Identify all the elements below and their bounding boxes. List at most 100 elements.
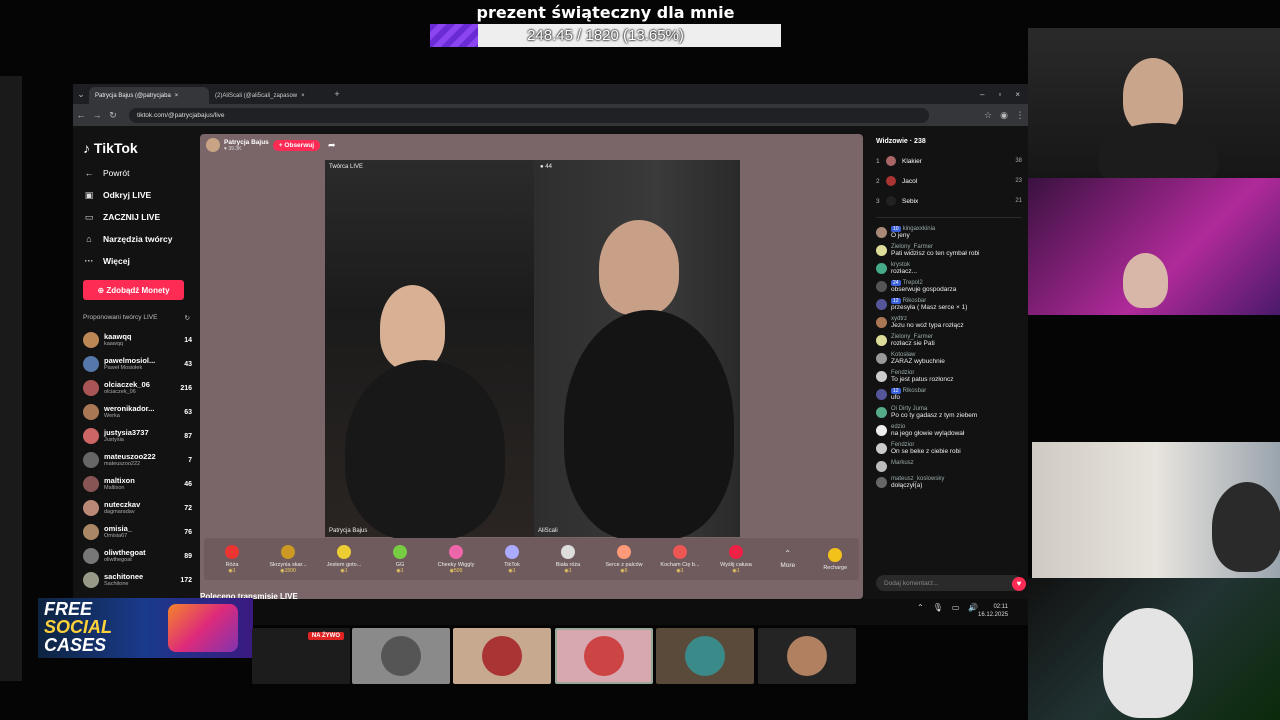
avatar bbox=[886, 196, 896, 206]
avatar[interactable] bbox=[206, 138, 220, 152]
gift-item[interactable]: Kocham Cię b... ◉1 bbox=[652, 544, 708, 574]
more-gifts-button[interactable]: ⌃ More bbox=[764, 549, 812, 569]
thumbnail-selected[interactable] bbox=[555, 628, 653, 684]
tab-patrycja[interactable]: Patrycja Bajus (@patrycjaba × bbox=[89, 87, 209, 104]
reload-icon[interactable]: ↻ bbox=[105, 110, 121, 121]
get-coins-button[interactable]: ⊕ Zdobądź Monety bbox=[83, 280, 184, 300]
avatar[interactable] bbox=[876, 335, 887, 346]
menu-icon[interactable]: ⋮ bbox=[1012, 110, 1028, 121]
avatar[interactable] bbox=[876, 389, 887, 400]
comment-input[interactable]: Dodaj komentarz...☺ bbox=[876, 575, 1022, 591]
avatar[interactable] bbox=[876, 407, 887, 418]
video-left: Twórca LIVE Patrycja Bajus bbox=[325, 160, 534, 540]
thumbnail-food[interactable] bbox=[453, 628, 551, 684]
creator-item[interactable]: oliwthegoat oliwthegoat 89 bbox=[83, 544, 198, 568]
tab-list-icon[interactable]: ⌄ bbox=[73, 89, 89, 100]
gift-item[interactable]: Wyślij całusa ◉1 bbox=[708, 544, 764, 574]
thumbnail-pixel-avatar[interactable] bbox=[656, 628, 754, 684]
chat-username[interactable]: Rikosbar bbox=[903, 388, 927, 394]
avatar[interactable] bbox=[876, 443, 887, 454]
creator-item[interactable]: justysia3737 Justysia 87 bbox=[83, 424, 198, 448]
follow-button[interactable]: + Obserwuj bbox=[272, 139, 321, 151]
gift-price: ◉1500 bbox=[280, 567, 296, 574]
volume-icon[interactable]: 🔊 bbox=[968, 603, 978, 612]
top-viewer[interactable]: 3 Sebix 21 bbox=[876, 191, 1022, 211]
gift-item[interactable]: Róża ◉1 bbox=[204, 544, 260, 574]
maximize-icon[interactable]: ▫ bbox=[998, 90, 1001, 99]
back-link[interactable]: ← Powrót bbox=[83, 162, 198, 184]
viewer-count: 216 bbox=[180, 384, 192, 392]
tiktok-logo[interactable]: ♪ TikTok bbox=[83, 140, 198, 156]
chevron-up-icon[interactable]: ⌃ bbox=[917, 603, 924, 612]
creator-item[interactable]: maltixon Maltixon 46 bbox=[83, 472, 198, 496]
avatar[interactable] bbox=[876, 245, 887, 256]
gift-icon bbox=[561, 544, 575, 559]
thumbnail-live[interactable]: NA ŻYWO bbox=[252, 628, 350, 684]
creator-item[interactable]: mateuszoo222 mateuszoo222 7 bbox=[83, 448, 198, 472]
viewer-count: 43 bbox=[184, 360, 192, 368]
creator-item[interactable]: olciaczek_06 olciaczek_06 216 bbox=[83, 376, 198, 400]
avatar[interactable] bbox=[876, 477, 887, 488]
close-icon[interactable]: × bbox=[301, 93, 305, 99]
new-tab-icon[interactable]: + bbox=[329, 89, 345, 99]
creator-item[interactable]: pawelmosiol... Paweł Mosiołek 43 bbox=[83, 352, 198, 376]
network-icon[interactable]: ▭ bbox=[952, 603, 960, 612]
gift-item[interactable]: Jestem goto... ◉1 bbox=[316, 544, 372, 574]
gift-item[interactable]: TikTok ◉1 bbox=[484, 544, 540, 574]
minimize-icon[interactable]: – bbox=[980, 90, 984, 99]
url-input[interactable]: tiktok.com/@patrycjabajus/live bbox=[129, 107, 929, 123]
creator-item[interactable]: omisia_ Omisia67 76 bbox=[83, 520, 198, 544]
top-viewer[interactable]: 2 Jacol 23 bbox=[876, 171, 1022, 191]
share-icon[interactable]: ➦ bbox=[328, 140, 336, 151]
gift-item[interactable]: Cheeky Wiggly ◉500 bbox=[428, 544, 484, 574]
chat-message: 10 kingaxxkinia O jeny bbox=[876, 226, 1022, 240]
creator-item[interactable]: kaawqq kaawqq 14 bbox=[83, 328, 198, 352]
gift-icon bbox=[393, 544, 407, 559]
avatar bbox=[83, 572, 99, 588]
gift-item[interactable]: Serce z palców ◉5 bbox=[596, 544, 652, 574]
sidebar-item-creator-tools[interactable]: ⌂ Narzędzia twórcy bbox=[83, 228, 198, 250]
bookmark-icon[interactable]: ☆ bbox=[980, 110, 996, 121]
avatar[interactable] bbox=[876, 461, 887, 472]
heart-icon[interactable]: ♥ bbox=[1012, 577, 1026, 591]
gift-item[interactable]: GG ◉1 bbox=[372, 544, 428, 574]
forward-icon[interactable]: → bbox=[89, 110, 105, 120]
creator-item[interactable]: weronikador... Werka 63 bbox=[83, 400, 198, 424]
refresh-icon[interactable]: ↻ bbox=[185, 314, 190, 322]
creator-item[interactable]: nuteczkav dagmaradav 72 bbox=[83, 496, 198, 520]
creator-item[interactable]: sachitonee Sachitone 172 bbox=[83, 568, 198, 592]
avatar[interactable] bbox=[876, 371, 887, 382]
viewer-count: 89 bbox=[184, 552, 192, 560]
top-viewer[interactable]: 1 Klakier 38 bbox=[876, 151, 1022, 171]
avatar[interactable] bbox=[876, 281, 887, 292]
close-icon[interactable]: × bbox=[175, 93, 179, 99]
thumbnail-car[interactable] bbox=[352, 628, 450, 684]
tab-aliscali[interactable]: (2)AliScali (@ali5cali_zapasow × bbox=[209, 87, 329, 104]
avatar[interactable] bbox=[876, 425, 887, 436]
gift-item[interactable]: Skrzynia skar... ◉1500 bbox=[260, 544, 316, 574]
avatar[interactable] bbox=[876, 317, 887, 328]
host-name[interactable]: Patrycja Bajus bbox=[224, 139, 269, 146]
webcam-gaming-room bbox=[1028, 578, 1280, 720]
gift-item[interactable]: Biała róża ◉1 bbox=[540, 544, 596, 574]
thumbnail-face[interactable] bbox=[758, 628, 856, 684]
gift-icon bbox=[225, 544, 239, 559]
creator-name: nuteczkav bbox=[104, 500, 141, 509]
sidebar-item-start-live[interactable]: ▭ ZACZNIJ LIVE bbox=[83, 206, 198, 228]
clock[interactable]: 02:11 16.12.2025 bbox=[978, 603, 1008, 619]
window-close-icon[interactable]: × bbox=[1015, 90, 1020, 99]
avatar[interactable] bbox=[876, 299, 887, 310]
tiktok-sidebar: ♪ TikTok ← Powrót ▣ Odkryj LIVE ▭ ZACZNIJ L… bbox=[73, 126, 198, 599]
back-icon[interactable]: ← bbox=[73, 110, 89, 120]
avatar[interactable] bbox=[876, 353, 887, 364]
avatar[interactable] bbox=[876, 227, 887, 238]
chat-username[interactable]: Markusz bbox=[891, 460, 914, 466]
sidebar-item-more[interactable]: ··· Więcej bbox=[83, 250, 198, 272]
mic-icon[interactable]: 🎙 bbox=[933, 603, 943, 612]
top-viewers: 1 Klakier 38 2 Jacol 23 3 Sebix 21 bbox=[876, 151, 1022, 211]
recharge-button[interactable]: Recharge bbox=[812, 547, 860, 571]
gift-price: ◉1 bbox=[732, 567, 740, 574]
avatar[interactable] bbox=[876, 263, 887, 274]
profile-icon[interactable]: ◉ bbox=[996, 110, 1012, 121]
sidebar-item-discover[interactable]: ▣ Odkryj LIVE bbox=[83, 184, 198, 206]
